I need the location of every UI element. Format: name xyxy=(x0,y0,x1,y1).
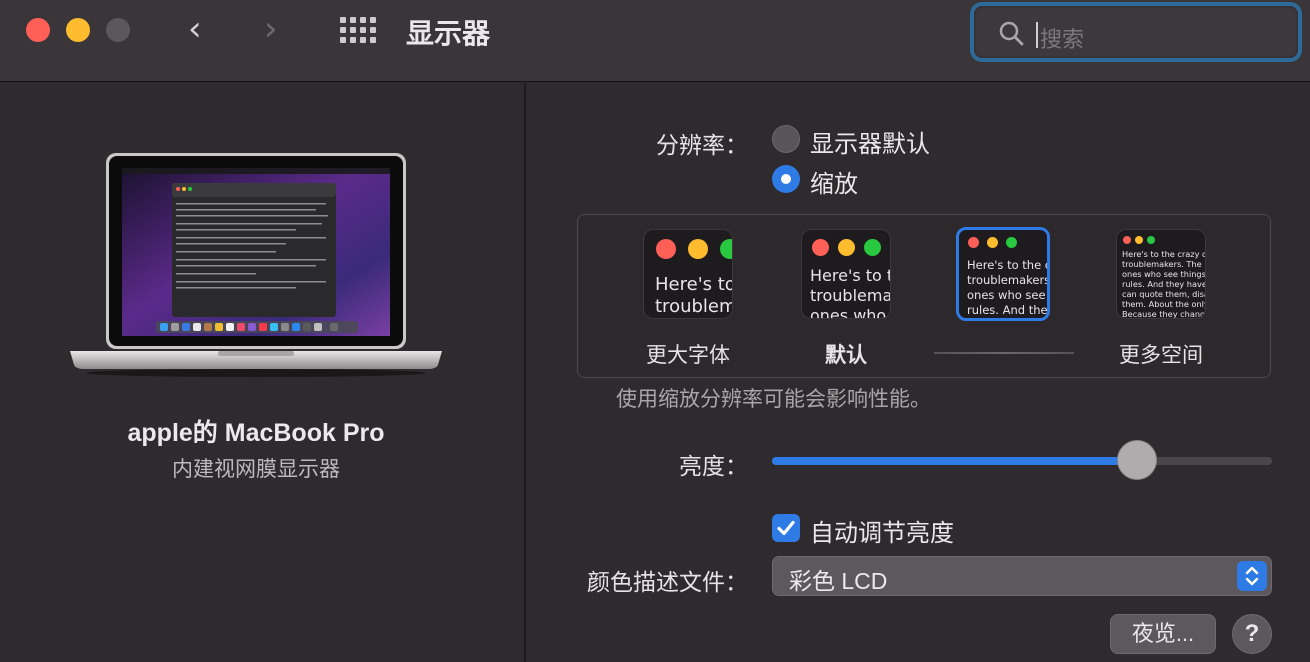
night-shift-button[interactable]: 夜览... xyxy=(1110,614,1216,654)
popup-arrows-icon xyxy=(1237,561,1267,591)
scale-option-selected[interactable]: Here's to the cr troublemakers. ones who… xyxy=(956,227,1050,321)
device-name: apple的 MacBook Pro xyxy=(127,419,385,447)
close-window-button[interactable] xyxy=(26,18,50,42)
search-field[interactable]: 搜索 xyxy=(970,2,1302,62)
display-settings-panel: 分辨率： 显示器默认 缩放 Here's to troublem ones wh… xyxy=(528,83,1310,662)
scale-label-larger-text: 更大字体 xyxy=(646,344,730,367)
search-placeholder: 搜索 xyxy=(1040,27,1085,52)
performance-hint: 使用缩放分辨率可能会影响性能。 xyxy=(616,388,931,411)
resolution-label: 分辨率： xyxy=(656,132,748,158)
auto-brightness-checkbox[interactable] xyxy=(772,514,800,542)
search-icon xyxy=(999,21,1024,46)
title-bar: ‹ › 显示器 搜索 xyxy=(0,0,1310,82)
help-button[interactable]: ? xyxy=(1232,614,1272,654)
color-profile-value: 彩色 LCD xyxy=(789,568,888,594)
scale-sample-text: Here's to the cr troublemakers. ones who… xyxy=(967,258,1050,317)
system-preferences-window: ‹ › 显示器 搜索 apple的 MacBook Pro 内建视网膜显示器 分… xyxy=(0,0,1310,662)
scale-option-default[interactable]: Here's to t troublema ones who xyxy=(801,229,891,319)
forward-chevron-icon[interactable]: › xyxy=(264,12,278,46)
scale-selection-line xyxy=(934,352,1074,354)
scaled-resolution-picker: Here's to troublem ones who Here's to t … xyxy=(577,214,1271,378)
brightness-label: 亮度： xyxy=(679,453,748,479)
auto-brightness-label[interactable]: 自动调节亮度 xyxy=(810,513,954,548)
resolution-scaled-radio[interactable] xyxy=(772,165,800,193)
window-title: 显示器 xyxy=(406,18,491,49)
resolution-default-label[interactable]: 显示器默认 xyxy=(810,124,930,159)
brightness-slider-knob[interactable] xyxy=(1117,440,1157,480)
brightness-slider-fill xyxy=(772,457,1137,465)
color-profile-popup[interactable]: 彩色 LCD xyxy=(772,556,1272,596)
checkmark-icon xyxy=(777,520,795,536)
scale-sample-text: Here's to the crazy one troublemakers. T… xyxy=(1122,249,1206,319)
back-chevron-icon[interactable]: ‹ xyxy=(188,12,202,46)
scale-option-more-space[interactable]: Here's to the crazy one troublemakers. T… xyxy=(1116,229,1206,319)
resolution-scaled-label[interactable]: 缩放 xyxy=(810,164,858,199)
brightness-slider[interactable] xyxy=(772,457,1272,465)
macbook-pro-illustration xyxy=(70,153,442,377)
scale-label-default: 默认 xyxy=(825,344,867,367)
text-caret xyxy=(1036,22,1038,48)
resolution-default-radio[interactable] xyxy=(772,125,800,153)
color-profile-label: 颜色描述文件： xyxy=(587,569,748,595)
zoom-window-button[interactable] xyxy=(106,18,130,42)
scale-sample-text: Here's to t troublema ones who xyxy=(810,266,891,319)
show-all-grid-icon[interactable] xyxy=(340,17,376,43)
scale-label-more-space: 更多空间 xyxy=(1119,344,1203,367)
sidebar: apple的 MacBook Pro 内建视网膜显示器 xyxy=(0,83,526,662)
minimize-window-button[interactable] xyxy=(66,18,90,42)
device-subtitle: 内建视网膜显示器 xyxy=(172,458,340,481)
scale-option-larger-text[interactable]: Here's to troublem ones who xyxy=(643,229,733,319)
scale-sample-text: Here's to troublem ones who xyxy=(655,274,733,317)
